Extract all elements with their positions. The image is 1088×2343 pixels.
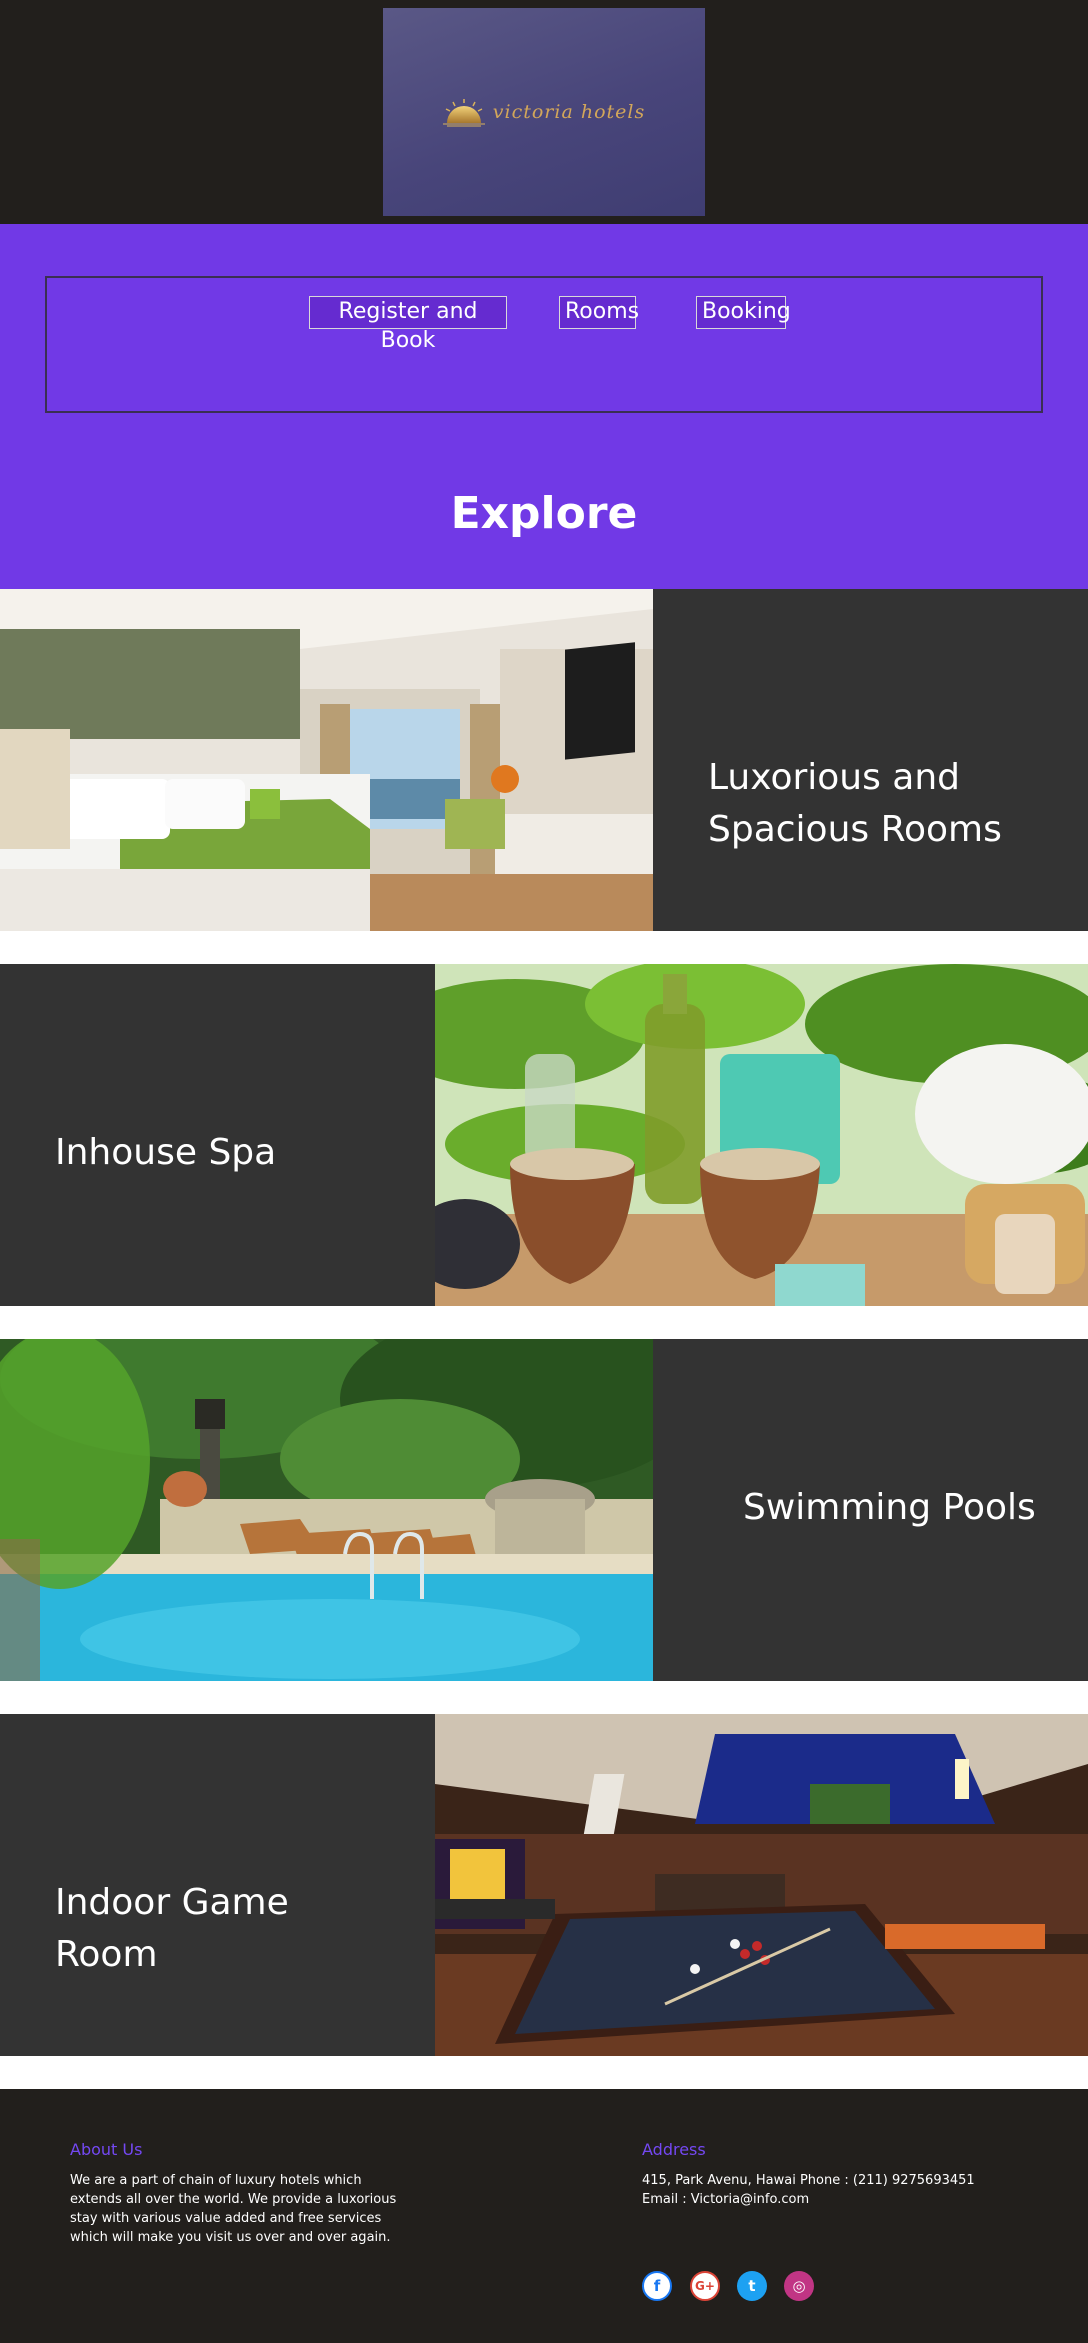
- about-line: which will make you visit us over and ov…: [70, 2230, 391, 2245]
- address-text: 415, Park Avenu, Hawai Phone : (211) 927…: [642, 2171, 1062, 2209]
- logo-text: victoria hotels: [492, 101, 646, 123]
- about-heading: About Us: [70, 2140, 143, 2159]
- feature-title-rooms: Luxorious and Spacious Rooms: [708, 757, 1002, 850]
- swimming-pool-photo: [0, 1339, 653, 1681]
- twitter-icon[interactable]: t: [737, 2271, 767, 2301]
- logo[interactable]: victoria hotels: [383, 8, 705, 216]
- feature-panel-game-room: Indoor Game Room: [0, 1714, 435, 2056]
- facebook-icon[interactable]: f: [642, 2271, 672, 2301]
- feature-panel-rooms: Luxorious and Spacious Rooms: [653, 589, 1088, 931]
- feature-panel-pool: Swimming Pools: [653, 1339, 1088, 1681]
- feature-row-pool: Swimming Pools: [0, 1339, 1088, 1681]
- spa-bowls-photo: [435, 964, 1088, 1306]
- nav-link-booking[interactable]: Booking: [696, 296, 791, 329]
- feature-row-rooms: Luxorious and Spacious Rooms: [0, 589, 1088, 931]
- hotel-bedroom-photo: [0, 589, 653, 931]
- site-header: victoria hotels: [0, 0, 1088, 224]
- feature-title-spa: Inhouse Spa: [55, 1132, 277, 1173]
- about-line: We are a part of chain of luxury hotels …: [70, 2173, 362, 2188]
- address-heading: Address: [642, 2140, 706, 2159]
- address-line: 415, Park Avenu, Hawai Phone : (211) 927…: [642, 2173, 975, 2188]
- email-line: Email : Victoria@info.com: [642, 2192, 810, 2207]
- feature-row-game-room: Indoor Game Room: [0, 1714, 1088, 2056]
- about-line: stay with various value added and free s…: [70, 2211, 382, 2226]
- instagram-icon[interactable]: ◎: [784, 2271, 814, 2301]
- about-line: extends all over the world. We provide a…: [70, 2192, 397, 2207]
- feature-panel-spa: Inhouse Spa: [0, 964, 435, 1306]
- feature-title-pool: Swimming Pools: [743, 1487, 1036, 1528]
- game-room-photo: [435, 1714, 1088, 2056]
- sun-icon: [442, 99, 485, 127]
- nav-link-register-and-book[interactable]: Register and Book: [309, 296, 507, 353]
- feature-row-spa: Inhouse Spa: [0, 964, 1088, 1306]
- about-text: We are a part of chain of luxury hotels …: [70, 2171, 400, 2247]
- nav-bar: Register and Book Rooms Booking: [45, 276, 1043, 413]
- nav-link-rooms[interactable]: Rooms: [559, 296, 639, 329]
- feature-title-game-room: Indoor Game Room: [55, 1882, 289, 1975]
- page-title: Explore: [450, 488, 638, 539]
- site-footer: About Us We are a part of chain of luxur…: [0, 2089, 1088, 2343]
- google-plus-icon[interactable]: G+: [690, 2271, 720, 2301]
- logo-content: victoria hotels: [442, 97, 646, 127]
- nav-section: Register and Book Rooms Booking Explore: [0, 224, 1088, 589]
